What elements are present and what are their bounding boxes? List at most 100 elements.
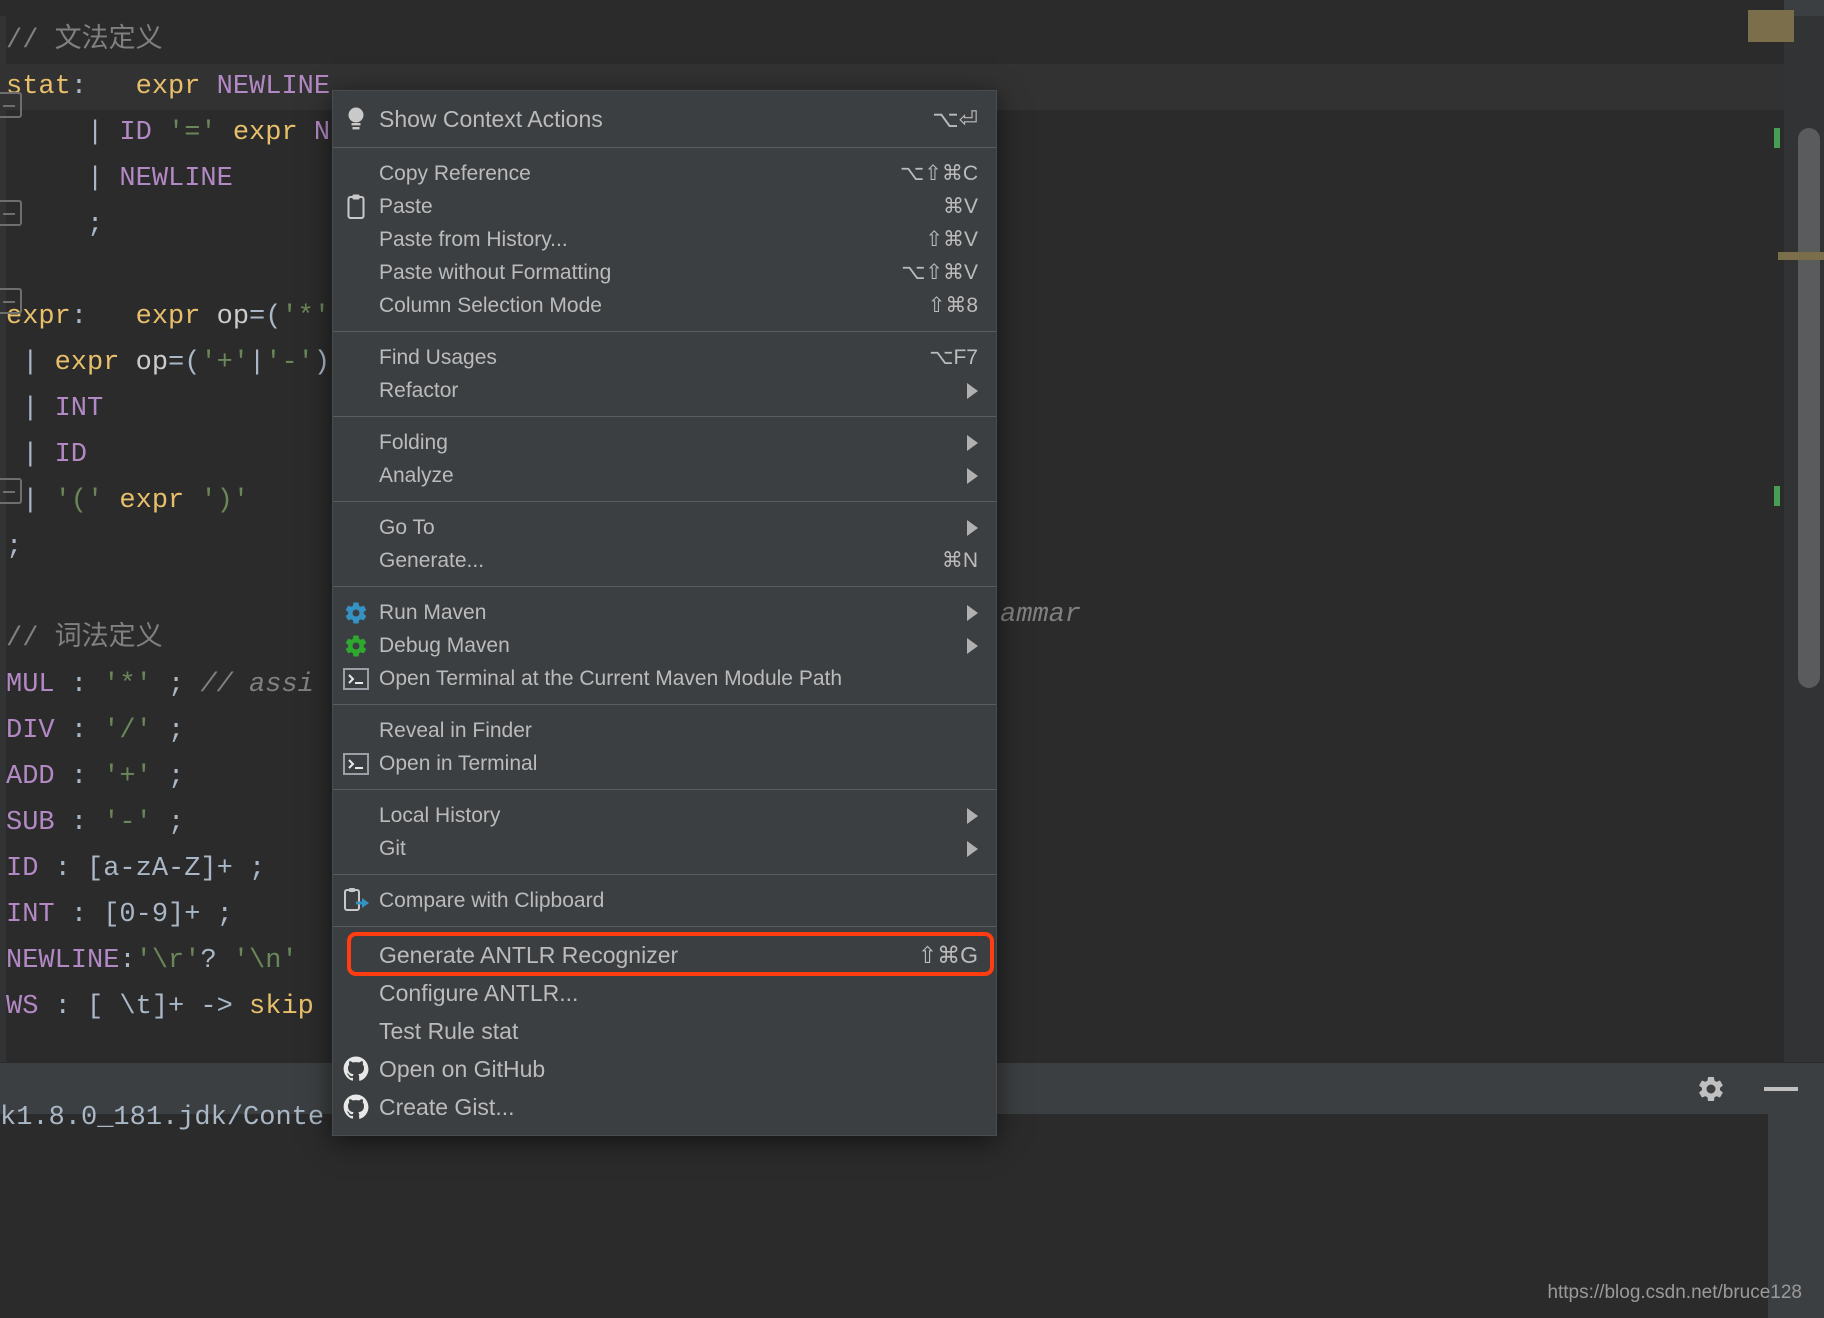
vcs-marker <box>1774 486 1780 506</box>
code-token: '\n' <box>232 946 298 976</box>
no-icon <box>333 223 379 256</box>
minimize-icon[interactable] <box>1764 1087 1798 1091</box>
fold-icon-expr[interactable] <box>0 288 22 314</box>
menu-item-shortcut: ⇧⌘8 <box>927 294 978 317</box>
code-token: '=' <box>168 118 217 148</box>
menu-item-wrap: Paste from History... ⇧⌘V <box>333 223 996 256</box>
menu-item-open-on-github[interactable]: Open on GitHub <box>333 1050 996 1088</box>
menu-item-create-gist[interactable]: Create Gist... <box>333 1088 996 1126</box>
code-token: NEWLINE <box>6 946 120 976</box>
code-token: WS <box>6 992 39 1022</box>
code-token: ; <box>6 532 23 562</box>
menu-item-wrap: Generate... ⌘N <box>333 544 996 577</box>
menu-item-generate-antlr-recognizer[interactable]: Generate ANTLR Recognizer ⇧⌘G <box>333 936 996 974</box>
fold-icon-stat-end[interactable] <box>0 200 22 226</box>
no-icon <box>333 157 379 190</box>
menu-group: Compare with Clipboard <box>333 875 996 926</box>
editor-scrollbar[interactable] <box>1784 16 1824 1062</box>
menu-item-generate[interactable]: Generate... ⌘N <box>333 544 996 577</box>
menu-item-label: Paste <box>379 195 433 218</box>
menu-item-folding[interactable]: Folding <box>333 426 996 459</box>
menu-item-go-to[interactable]: Go To <box>333 511 996 544</box>
code-token: ? <box>200 946 233 976</box>
menu-item-paste-without-formatting[interactable]: Paste without Formatting ⌥⇧⌘V <box>333 256 996 289</box>
menu-item-wrap: Copy Reference ⌥⇧⌘C <box>333 157 996 190</box>
menu-group: Copy Reference ⌥⇧⌘C Paste ⌘V Paste from Hist… <box>333 148 996 331</box>
warning-marker[interactable] <box>1748 10 1794 42</box>
menu-item-show-context-actions[interactable]: Show Context Actions ⌥⏎ <box>333 100 996 138</box>
menu-item-label: Generate ANTLR Recognizer <box>379 942 679 968</box>
code-token: : <box>70 670 88 700</box>
menu-item-label: Generate... <box>379 549 485 572</box>
menu-item-label: Refactor <box>379 379 459 402</box>
code-token: SUB <box>6 808 55 838</box>
modified-marker <box>1778 252 1824 260</box>
menu-item-wrap: Open Terminal at the Current Maven Modul… <box>333 662 996 695</box>
submenu-arrow-icon <box>967 637 978 654</box>
code-token: // 文法定义 <box>6 26 163 56</box>
menu-item-label: Go To <box>379 516 435 539</box>
fold-icon-expr-end[interactable] <box>0 478 22 504</box>
menu-item-label: Copy Reference <box>379 162 531 185</box>
code-token: ; <box>249 854 266 884</box>
menu-item-test-rule-stat[interactable]: Test Rule stat <box>333 1012 996 1050</box>
code-token: '-' <box>265 348 314 378</box>
menu-item-wrap: Open in Terminal <box>333 747 996 780</box>
code-token: ID <box>119 118 152 148</box>
fold-icon-stat[interactable] <box>0 92 22 118</box>
lightbulb-icon <box>333 103 379 136</box>
menu-item-paste-from-history[interactable]: Paste from History... ⇧⌘V <box>333 223 996 256</box>
context-menu[interactable]: Show Context Actions ⌥⏎ Copy Reference ⌥⇧⌘C… <box>332 90 997 1136</box>
menu-item-label: Open on GitHub <box>379 1056 546 1082</box>
menu-item-wrap: Paste without Formatting ⌥⇧⌘V <box>333 256 996 289</box>
menu-group: Reveal in Finder Open in Terminal <box>333 705 996 789</box>
menu-item-wrap: Show Context Actions ⌥⏎ <box>333 100 996 138</box>
code-token: INT <box>6 900 55 930</box>
menu-item-reveal-in-finder[interactable]: Reveal in Finder <box>333 714 996 747</box>
code-token: '+' <box>103 762 152 792</box>
gear-green-icon <box>333 629 379 662</box>
menu-item-open-terminal-at-the-current-maven-module-path[interactable]: Open Terminal at the Current Maven Modul… <box>333 662 996 695</box>
menu-item-git[interactable]: Git <box>333 832 996 865</box>
gear-icon[interactable] <box>1696 1074 1726 1104</box>
menu-item-copy-reference[interactable]: Copy Reference ⌥⇧⌘C <box>333 157 996 190</box>
scrollbar-thumb[interactable] <box>1798 128 1820 688</box>
code-token: | <box>6 394 55 424</box>
grammar-comment-fragment: ammar <box>1000 600 1082 630</box>
code-token: '*' <box>103 670 152 700</box>
menu-item-local-history[interactable]: Local History <box>333 799 996 832</box>
code-token: '(' <box>54 486 104 516</box>
code-token: ADD <box>6 762 55 792</box>
menu-item-shortcut: ⇧⌘V <box>925 228 978 251</box>
menu-item-wrap: Test Rule stat <box>333 1012 996 1050</box>
menu-item-configure-antlr[interactable]: Configure ANTLR... <box>333 974 996 1012</box>
menu-item-paste[interactable]: Paste ⌘V <box>333 190 996 223</box>
no-icon <box>333 939 379 972</box>
code-token: // 词法定义 <box>6 624 163 654</box>
menu-item-compare-with-clipboard[interactable]: Compare with Clipboard <box>333 884 996 917</box>
menu-item-label: Compare with Clipboard <box>379 889 605 912</box>
code-token: '+' <box>200 348 250 378</box>
code-line[interactable]: // 文法定义 <box>0 18 1784 64</box>
code-token: MUL <box>6 670 55 700</box>
menu-item-refactor[interactable]: Refactor <box>333 374 996 407</box>
menu-item-analyze[interactable]: Analyze <box>333 459 996 492</box>
menu-item-debug-maven[interactable]: Debug Maven <box>333 629 996 662</box>
menu-item-shortcut: ⇧⌘G <box>917 941 978 968</box>
code-token: '/' <box>103 716 152 746</box>
menu-item-label: Paste without Formatting <box>379 261 612 284</box>
menu-item-wrap: Generate ANTLR Recognizer ⇧⌘G <box>333 932 996 976</box>
menu-item-wrap: Configure ANTLR... <box>333 974 996 1012</box>
code-token: | <box>6 118 120 148</box>
code-token: N <box>313 118 331 148</box>
menu-item-column-selection-mode[interactable]: Column Selection Mode ⇧⌘8 <box>333 289 996 322</box>
menu-item-find-usages[interactable]: Find Usages ⌥F7 <box>333 341 996 374</box>
menu-item-run-maven[interactable]: Run Maven <box>333 596 996 629</box>
no-icon <box>333 544 379 577</box>
menu-item-open-in-terminal[interactable]: Open in Terminal <box>333 747 996 780</box>
code-token: expr <box>54 348 120 378</box>
